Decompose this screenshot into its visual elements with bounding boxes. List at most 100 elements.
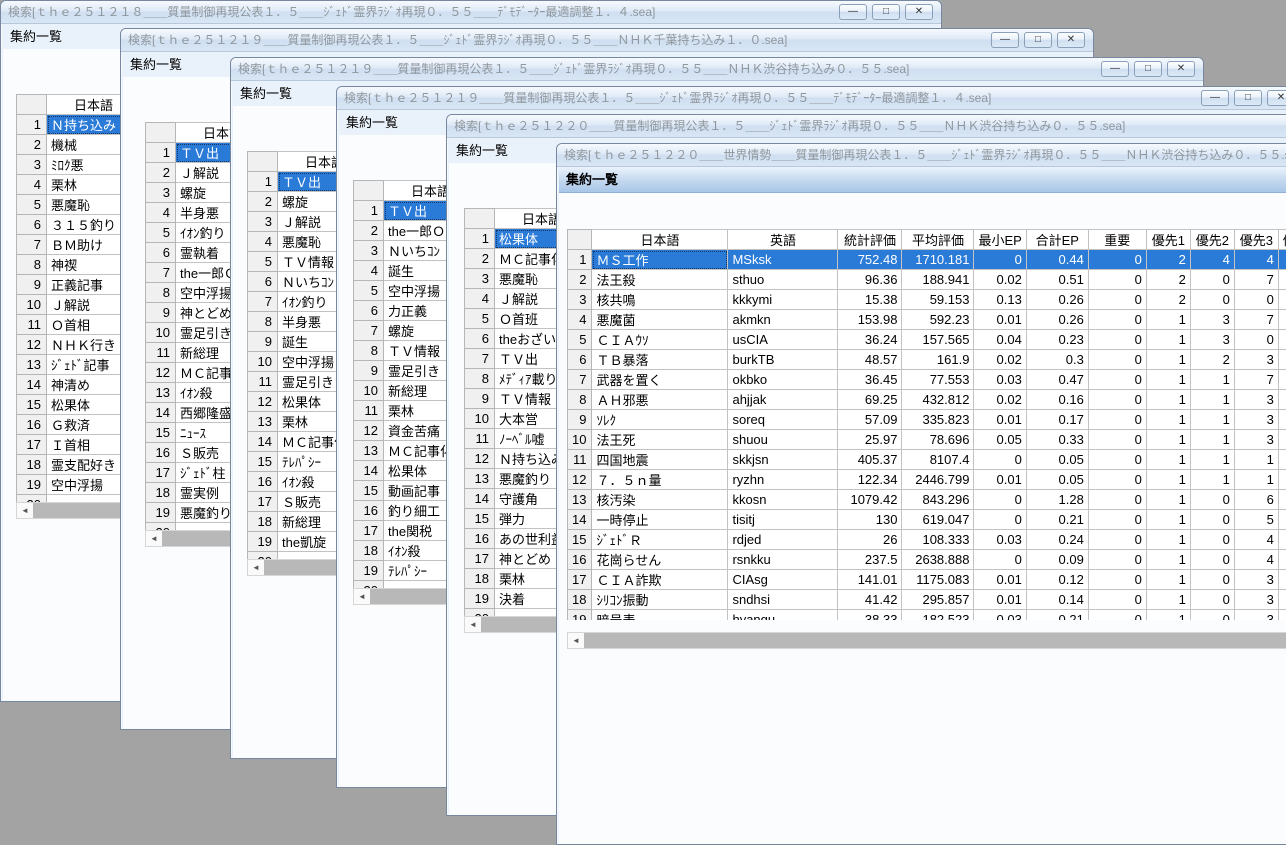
value-cell[interactable]: 0.05	[1026, 470, 1088, 490]
value-cell[interactable]: 7	[1234, 370, 1278, 390]
value-cell[interactable]: 0	[1088, 370, 1146, 390]
value-cell[interactable]: 592.23	[902, 310, 974, 330]
value-cell[interactable]: 0.05	[1026, 450, 1088, 470]
value-cell[interactable]: 0	[1088, 250, 1146, 270]
value-cell[interactable]	[1278, 530, 1286, 550]
japanese-cell[interactable]: 核共鳴	[592, 290, 728, 310]
value-cell[interactable]	[1278, 310, 1286, 330]
value-cell[interactable]: 0.26	[1026, 290, 1088, 310]
scroll-left-arrow-icon[interactable]: ◄	[17, 503, 33, 518]
value-cell[interactable]: 0	[1190, 490, 1234, 510]
value-cell[interactable]: 1	[1146, 610, 1190, 621]
value-cell[interactable]: 619.047	[902, 510, 974, 530]
value-cell[interactable]: 0	[1190, 610, 1234, 621]
titlebar[interactable]: 検索[ｔｈｅ２５１２２０＿＿世界情勢＿＿質量制御再現公表１．５＿＿ｼﾞｪﾄﾞ霊界…	[557, 144, 1286, 167]
japanese-cell[interactable]: 四国地震	[592, 450, 728, 470]
scroll-left-arrow-icon[interactable]: ◄	[568, 633, 584, 648]
close-button[interactable]: ✕	[1057, 32, 1085, 48]
scroll-thumb[interactable]	[584, 633, 1286, 648]
value-cell[interactable]: 0	[1088, 350, 1146, 370]
value-cell[interactable]: 0.01	[974, 410, 1026, 430]
table-row[interactable]: 19暗号表hyangu38.33182.5230.030.210103	[568, 610, 1286, 621]
value-cell[interactable]: 0	[1190, 530, 1234, 550]
value-cell[interactable]: 157.565	[902, 330, 974, 350]
value-cell[interactable]: 3	[1234, 350, 1278, 370]
table-row[interactable]: 4悪魔菌akmkn153.98592.230.010.260137	[568, 310, 1286, 330]
value-cell[interactable]: 4	[1234, 550, 1278, 570]
value-cell[interactable]: 108.333	[902, 530, 974, 550]
value-cell[interactable]: 7	[1234, 270, 1278, 290]
value-cell[interactable]: 0.14	[1026, 590, 1088, 610]
value-cell[interactable]: 4	[1190, 250, 1234, 270]
table-row[interactable]: 10法王死shuou25.9778.6960.050.330113	[568, 430, 1286, 450]
value-cell[interactable]: 0.51	[1026, 270, 1088, 290]
value-cell[interactable]	[1278, 490, 1286, 510]
titlebar[interactable]: 検索[ｔｈｅ２５１２１８＿＿質量制御再現公表１．５＿＿ｼﾞｪﾄﾞ霊界ﾗｼﾞｵ再現…	[1, 1, 941, 24]
value-cell[interactable]: 3	[1234, 390, 1278, 410]
value-cell[interactable]	[1278, 510, 1286, 530]
value-cell[interactable]	[1278, 550, 1286, 570]
value-cell[interactable]: 0	[1234, 290, 1278, 310]
value-cell[interactable]: 0	[1088, 330, 1146, 350]
value-cell[interactable]: 4	[1234, 530, 1278, 550]
value-cell[interactable]: 0.23	[1026, 330, 1088, 350]
value-cell[interactable]: 0	[1088, 310, 1146, 330]
value-cell[interactable]: 0	[974, 250, 1026, 270]
value-cell[interactable]: 0.04	[974, 330, 1026, 350]
value-cell[interactable]: 69.25	[838, 390, 902, 410]
value-cell[interactable]: 0	[1190, 270, 1234, 290]
table-row[interactable]: 3核共鳴kkkymi15.3859.1530.130.260200	[568, 290, 1286, 310]
english-cell[interactable]: soreq	[728, 410, 838, 430]
titlebar[interactable]: 検索[ｔｈｅ２５１２２０＿＿質量制御再現公表１．５＿＿ｼﾞｪﾄﾞ霊界ﾗｼﾞｵ再現…	[447, 115, 1286, 138]
value-cell[interactable]: 5	[1234, 510, 1278, 530]
table-row[interactable]: 9ｿﾚｸsoreq57.09335.8230.010.170113	[568, 410, 1286, 430]
value-cell[interactable]: 0.01	[974, 470, 1026, 490]
table-row[interactable]: 16花崗らせんrsnkku237.52638.88800.090104	[568, 550, 1286, 570]
scroll-left-arrow-icon[interactable]: ◄	[354, 589, 370, 604]
value-cell[interactable]: 0	[1088, 390, 1146, 410]
japanese-cell[interactable]: ｼﾞｪﾄﾞＲ	[592, 530, 728, 550]
value-cell[interactable]: 41.42	[838, 590, 902, 610]
value-cell[interactable]: 0.17	[1026, 410, 1088, 430]
minimize-button[interactable]: —	[1201, 90, 1229, 106]
value-cell[interactable]: 1	[1146, 350, 1190, 370]
value-cell[interactable]: 0.24	[1026, 530, 1088, 550]
value-cell[interactable]: 141.01	[838, 570, 902, 590]
english-cell[interactable]: rsnkku	[728, 550, 838, 570]
value-cell[interactable]: 0.09	[1026, 550, 1088, 570]
value-cell[interactable]: 0.33	[1026, 430, 1088, 450]
japanese-cell[interactable]: 花崗らせん	[592, 550, 728, 570]
value-cell[interactable]: 0.01	[974, 570, 1026, 590]
english-cell[interactable]: CIAsg	[728, 570, 838, 590]
value-cell[interactable]: 0	[974, 550, 1026, 570]
value-cell[interactable]: 1	[1146, 310, 1190, 330]
value-cell[interactable]	[1278, 250, 1286, 270]
value-cell[interactable]	[1278, 590, 1286, 610]
value-cell[interactable]	[1278, 430, 1286, 450]
value-cell[interactable]: 0	[1088, 270, 1146, 290]
value-cell[interactable]: 0	[1190, 550, 1234, 570]
value-cell[interactable]: 3	[1234, 570, 1278, 590]
value-cell[interactable]: 122.34	[838, 470, 902, 490]
column-header[interactable]: 優先2	[1190, 230, 1234, 250]
column-header[interactable]: 優先1	[1146, 230, 1190, 250]
japanese-cell[interactable]: 核汚染	[592, 490, 728, 510]
value-cell[interactable]: 843.296	[902, 490, 974, 510]
titlebar[interactable]: 検索[ｔｈｅ２５１２１９＿＿質量制御再現公表１．５＿＿ｼﾞｪﾄﾞ霊界ﾗｼﾞｵ再現…	[337, 87, 1286, 110]
value-cell[interactable]	[1278, 290, 1286, 310]
value-cell[interactable]: 1.28	[1026, 490, 1088, 510]
japanese-cell[interactable]: 法王殺	[592, 270, 728, 290]
value-cell[interactable]: 0.02	[974, 390, 1026, 410]
english-cell[interactable]: sndhsi	[728, 590, 838, 610]
value-cell[interactable]: 0	[1088, 290, 1146, 310]
value-cell[interactable]: 1	[1146, 530, 1190, 550]
value-cell[interactable]	[1278, 470, 1286, 490]
maximize-button[interactable]: □	[1234, 90, 1262, 106]
english-cell[interactable]: kkosn	[728, 490, 838, 510]
column-header[interactable]: 英語	[728, 230, 838, 250]
value-cell[interactable]: 2	[1146, 250, 1190, 270]
value-cell[interactable]: 752.48	[838, 250, 902, 270]
table-row[interactable]: 17ＣＩＡ詐欺CIAsg141.011175.0830.010.120103	[568, 570, 1286, 590]
titlebar[interactable]: 検索[ｔｈｅ２５１２１９＿＿質量制御再現公表１．５＿＿ｼﾞｪﾄﾞ霊界ﾗｼﾞｵ再現…	[121, 29, 1093, 52]
value-cell[interactable]: 26	[838, 530, 902, 550]
